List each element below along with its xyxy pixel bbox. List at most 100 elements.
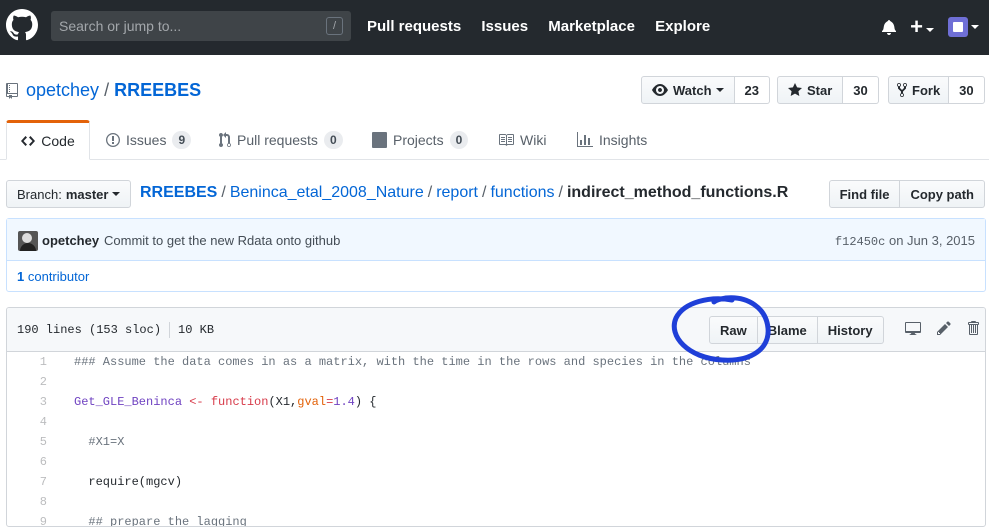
line-number[interactable]: 3 bbox=[7, 392, 47, 412]
top-header: Search or jump to... / Pull requests Iss… bbox=[0, 0, 989, 55]
commit-message[interactable]: Commit to get the new Rdata onto github bbox=[104, 233, 340, 248]
user-avatar bbox=[948, 17, 968, 37]
breadcrumb-file: indirect_method_functions.R bbox=[566, 184, 789, 201]
nav-explore[interactable]: Explore bbox=[655, 18, 710, 35]
star-button[interactable]: Star bbox=[777, 76, 844, 104]
breadcrumb-folder[interactable]: Beninca_etal_2008_Nature bbox=[230, 184, 424, 201]
code-line: 7 require(mgcv) bbox=[7, 472, 985, 492]
tab-issues-label: Issues bbox=[126, 132, 167, 148]
watch-button[interactable]: Watch bbox=[641, 76, 735, 104]
issues-count-badge: 9 bbox=[172, 131, 192, 149]
search-shortcut-key: / bbox=[326, 17, 343, 35]
tab-insights-label: Insights bbox=[599, 132, 648, 148]
star-label: Star bbox=[807, 82, 833, 98]
raw-button[interactable]: Raw bbox=[709, 316, 758, 344]
commit-author[interactable]: opetchey bbox=[42, 233, 99, 248]
star-group: Star 30 bbox=[777, 76, 879, 104]
file-lines-info: 190 lines (153 sloc) bbox=[17, 323, 162, 338]
new-menu-button[interactable]: + bbox=[910, 16, 934, 38]
repo-name-link[interactable]: RREEBES bbox=[114, 80, 201, 101]
repo-owner-link[interactable]: opetchey bbox=[26, 80, 99, 101]
find-file-button[interactable]: Find file bbox=[828, 180, 901, 208]
bell-icon[interactable] bbox=[882, 19, 897, 35]
code-line: 3 Get_GLE_Beninca <- function(X1,gval=1.4… bbox=[7, 392, 985, 412]
chevron-down-icon bbox=[926, 28, 934, 33]
commit-box: opetchey Commit to get the new Rdata ont… bbox=[6, 218, 986, 292]
graph-icon bbox=[577, 132, 593, 148]
code-icon bbox=[21, 133, 36, 149]
contributors-count: 1 bbox=[17, 269, 25, 284]
breadcrumb-sep: / bbox=[427, 184, 433, 201]
branch-select-button[interactable]: Branch: master bbox=[6, 180, 132, 208]
line-number[interactable]: 6 bbox=[7, 452, 47, 472]
commit-tease: opetchey Commit to get the new Rdata ont… bbox=[7, 219, 985, 261]
copy-path-button[interactable]: Copy path bbox=[900, 180, 985, 208]
fork-button[interactable]: Fork bbox=[888, 76, 950, 104]
tab-wiki[interactable]: Wiki bbox=[498, 120, 546, 160]
trash-icon[interactable] bbox=[967, 320, 979, 336]
branch-name: master bbox=[65, 186, 109, 202]
file-icon-actions bbox=[905, 320, 979, 336]
code-line: 2 bbox=[7, 372, 985, 392]
header-actions: + bbox=[882, 14, 979, 40]
breadcrumb-sep: / bbox=[221, 184, 226, 201]
breadcrumb-repo[interactable]: RREEBES bbox=[140, 184, 217, 201]
tab-pulls-label: Pull requests bbox=[237, 132, 318, 148]
tab-code-label: Code bbox=[41, 133, 75, 149]
fork-icon bbox=[897, 82, 907, 98]
user-menu-button[interactable] bbox=[948, 17, 979, 37]
plus-icon: + bbox=[910, 14, 923, 39]
tab-issues[interactable]: Issues 9 bbox=[106, 120, 192, 160]
repo-separator: / bbox=[104, 80, 110, 100]
history-button[interactable]: History bbox=[817, 316, 884, 344]
tab-code[interactable]: Code bbox=[6, 120, 90, 160]
contributors-link[interactable]: 1 contributor bbox=[17, 269, 89, 284]
line-number[interactable]: 1 bbox=[7, 352, 47, 372]
search-placeholder: Search or jump to... bbox=[59, 18, 182, 34]
blame-button[interactable]: Blame bbox=[757, 316, 818, 344]
pulls-count-badge: 0 bbox=[323, 131, 343, 149]
file-box: 190 lines (153 sloc) 10 KB Raw Blame Hist… bbox=[6, 307, 986, 527]
repo-tabs: Code Issues 9 Pull requests 0 Projects 0… bbox=[0, 120, 989, 160]
github-logo-icon[interactable] bbox=[6, 9, 38, 41]
fork-group: Fork 30 bbox=[888, 76, 985, 104]
line-number[interactable]: 7 bbox=[7, 472, 47, 492]
commit-sha[interactable]: f12450c bbox=[835, 235, 885, 249]
code-text: #X1=X bbox=[74, 435, 125, 449]
line-number[interactable]: 5 bbox=[7, 432, 47, 452]
tab-pull-requests[interactable]: Pull requests 0 bbox=[219, 120, 343, 160]
repo-icon bbox=[6, 82, 18, 99]
code-view: 1 ### Assume the data comes in as a matri… bbox=[7, 352, 985, 526]
watch-group: Watch 23 bbox=[641, 76, 770, 104]
nav-marketplace[interactable]: Marketplace bbox=[548, 18, 635, 35]
code-line: 6 bbox=[7, 452, 985, 472]
top-nav: Pull requests Issues Marketplace Explore bbox=[367, 18, 726, 35]
breadcrumb-sep: / bbox=[482, 184, 487, 201]
commit-date: on Jun 3, 2015 bbox=[888, 233, 975, 248]
tab-insights[interactable]: Insights bbox=[577, 120, 647, 160]
code-line: 4 bbox=[7, 412, 985, 432]
nav-issues[interactable]: Issues bbox=[481, 18, 528, 35]
code-text: ### Assume the data comes in as a matrix… bbox=[74, 355, 751, 369]
star-count[interactable]: 30 bbox=[843, 76, 879, 104]
nav-pull-requests[interactable]: Pull requests bbox=[367, 18, 461, 35]
watch-count[interactable]: 23 bbox=[734, 76, 770, 104]
desktop-icon[interactable] bbox=[905, 320, 921, 336]
commit-author-avatar[interactable] bbox=[18, 231, 38, 251]
commit-meta: f12450c on Jun 3, 2015 bbox=[835, 233, 975, 249]
eye-icon bbox=[652, 82, 668, 98]
line-number[interactable]: 8 bbox=[7, 492, 47, 512]
pencil-icon[interactable] bbox=[937, 320, 951, 336]
tab-projects-label: Projects bbox=[393, 132, 444, 148]
file-size: 10 KB bbox=[178, 323, 215, 338]
breadcrumb-folder[interactable]: report bbox=[436, 184, 478, 201]
line-number[interactable]: 2 bbox=[7, 372, 47, 392]
breadcrumb-folder[interactable]: functions bbox=[490, 184, 554, 201]
line-number[interactable]: 4 bbox=[7, 412, 47, 432]
fork-count[interactable]: 30 bbox=[949, 76, 985, 104]
search-input[interactable]: Search or jump to... / bbox=[51, 11, 351, 41]
tab-projects[interactable]: Projects 0 bbox=[372, 120, 469, 160]
tab-wiki-label: Wiki bbox=[520, 132, 547, 148]
